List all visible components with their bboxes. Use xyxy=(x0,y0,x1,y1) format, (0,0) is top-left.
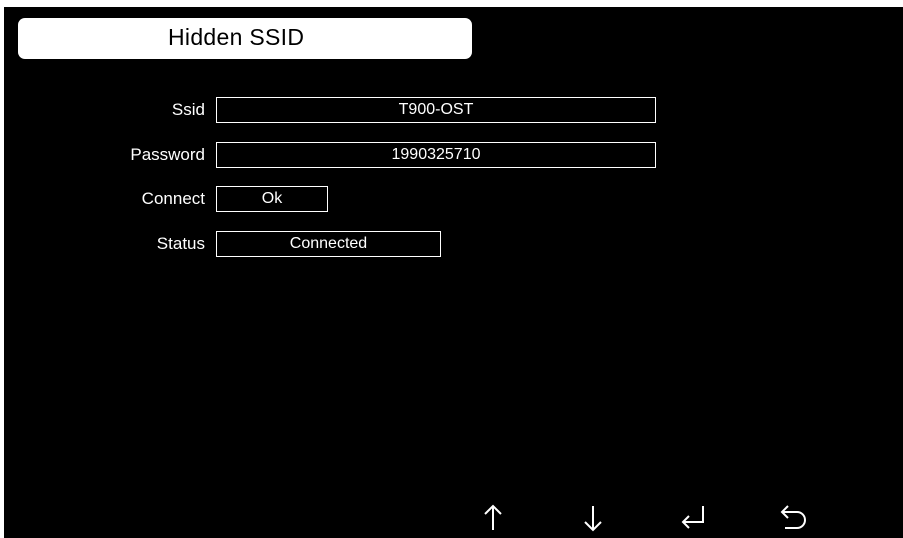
back-icon[interactable] xyxy=(775,500,811,536)
page-title: Hidden SSID xyxy=(168,24,305,50)
connect-label: Connect xyxy=(141,189,205,208)
title-bar: Hidden SSID xyxy=(18,18,472,59)
status-field: Connected xyxy=(216,231,441,257)
enter-icon[interactable] xyxy=(675,500,711,536)
connect-ok-button[interactable]: Ok xyxy=(216,186,328,212)
ssid-field[interactable]: T900-OST xyxy=(216,97,656,123)
password-label: Password xyxy=(130,145,205,164)
arrow-up-icon[interactable] xyxy=(475,500,511,536)
status-label: Status xyxy=(156,234,205,253)
ssid-label: Ssid xyxy=(171,100,205,119)
device-screen: Hidden SSID Ssid T900-OST Password 19903… xyxy=(4,7,903,538)
password-field[interactable]: 1990325710 xyxy=(216,142,656,168)
arrow-down-icon[interactable] xyxy=(575,500,611,536)
